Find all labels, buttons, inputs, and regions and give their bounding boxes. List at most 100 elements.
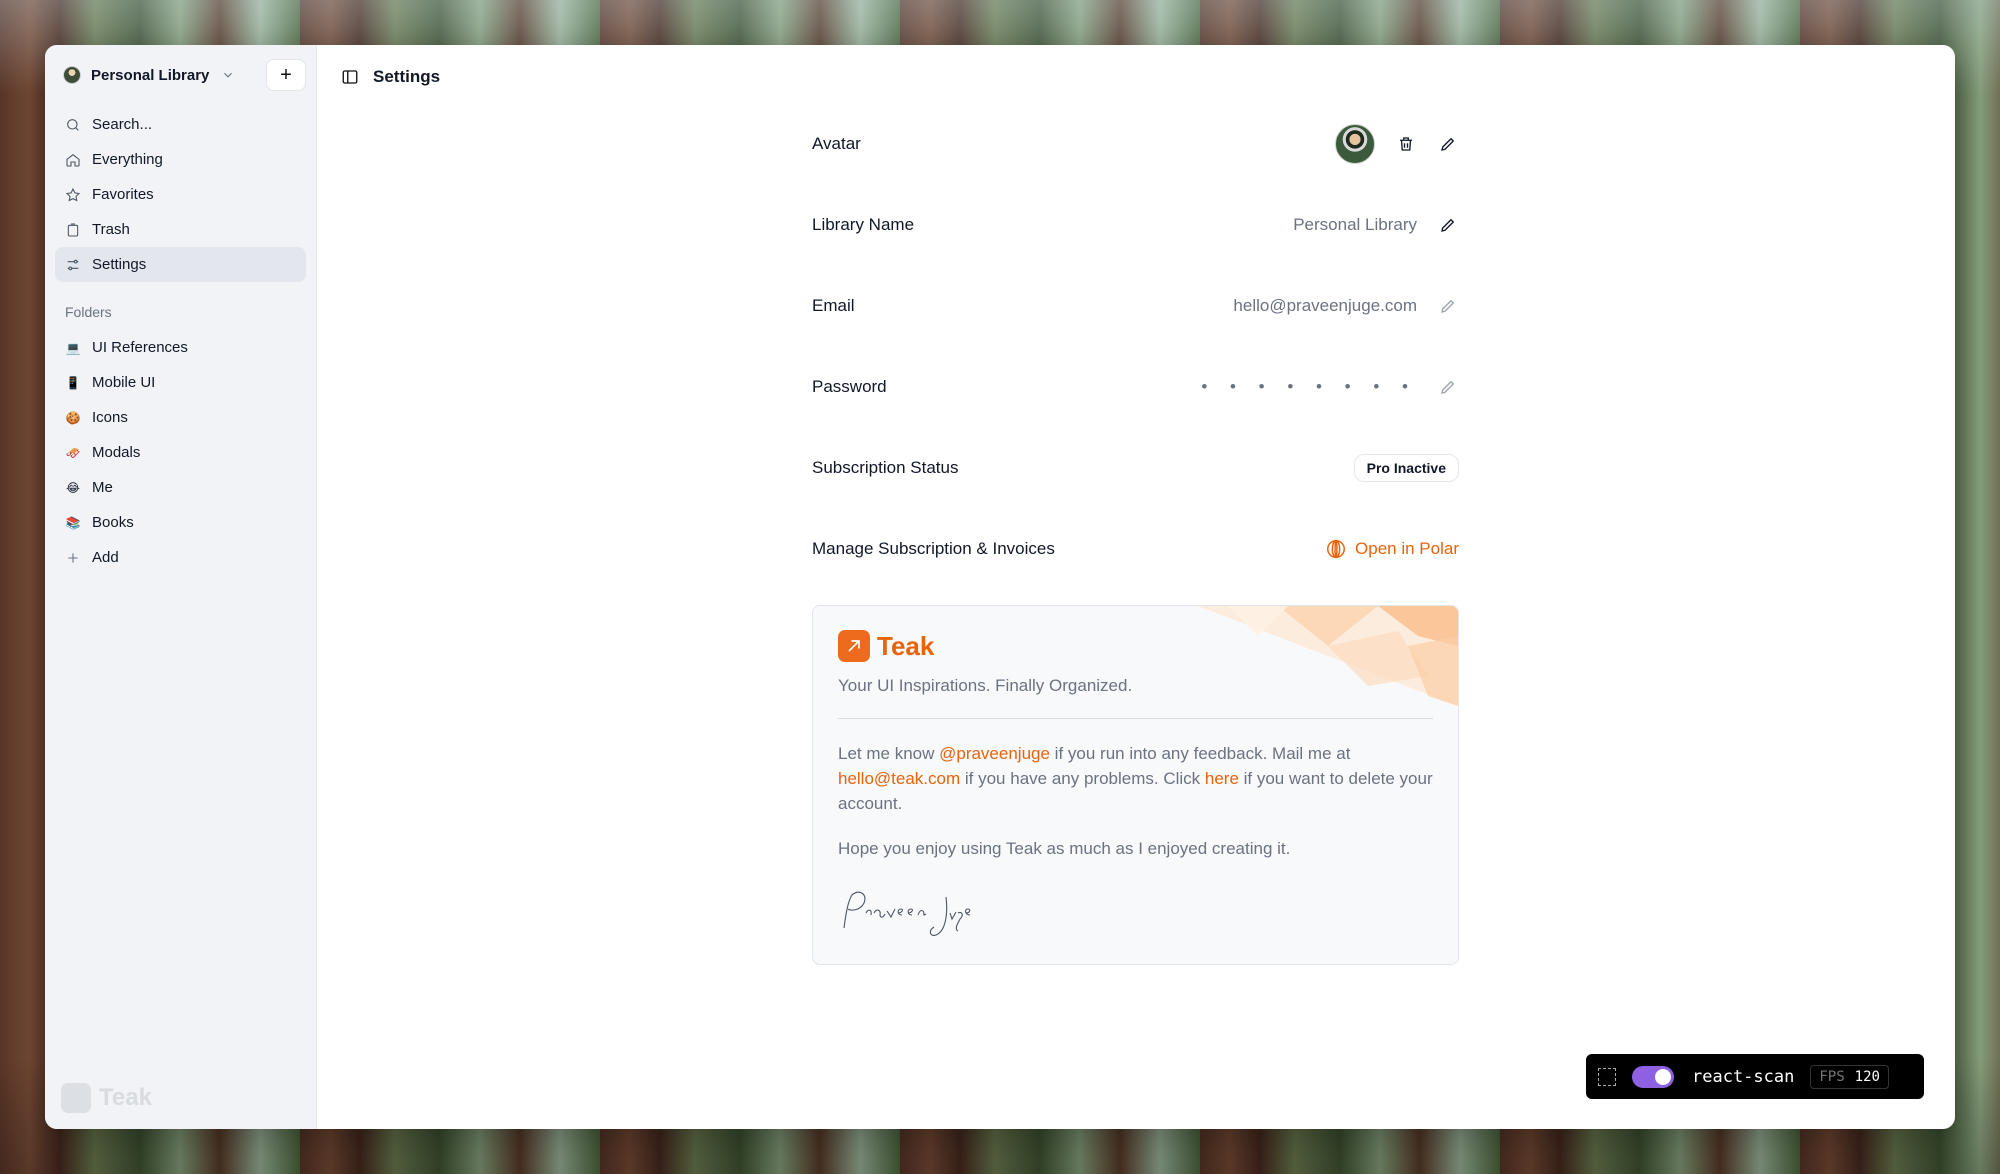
text-fragment: Let me know	[838, 744, 940, 763]
library-name-row: Library Name Personal Library	[812, 184, 1459, 265]
sidebar-item-label: Everything	[92, 151, 163, 168]
pencil-icon	[1441, 137, 1455, 151]
folder-list: 💻 UI References 📱 Mobile UI 🍪 Icons 🛷 Mo…	[55, 330, 306, 575]
delete-account-link[interactable]: here	[1205, 769, 1239, 788]
select-inspect-icon[interactable]	[1598, 1067, 1616, 1086]
laughing-face-icon: 😂	[65, 480, 81, 495]
signature	[838, 883, 1433, 943]
manage-subscription-label: Manage Subscription & Invoices	[812, 538, 1055, 558]
folder-item-ui-references[interactable]: 💻 UI References	[55, 330, 306, 365]
folder-label: Books	[92, 514, 134, 531]
edit-library-name-button[interactable]	[1437, 214, 1459, 236]
library-name: Personal Library	[91, 66, 210, 84]
sidebar-toggle-icon[interactable]	[341, 68, 359, 86]
status-badge: Pro Inactive	[1353, 453, 1459, 482]
password-row: Password • • • • • • • •	[812, 346, 1459, 427]
react-scan-label: react-scan	[1692, 1066, 1795, 1087]
sidebar-item-trash[interactable]: Trash	[55, 212, 306, 247]
avatar-label: Avatar	[812, 133, 861, 153]
twitter-handle-link[interactable]: @praveenjuge	[939, 744, 1050, 763]
card-feedback-text: Let me know @praveenjuge if you run into…	[838, 741, 1433, 816]
email-value: hello@praveenjuge.com	[1233, 295, 1417, 315]
folder-label: UI References	[92, 339, 188, 356]
folder-label: Icons	[92, 409, 128, 426]
delete-avatar-button[interactable]	[1395, 133, 1417, 155]
folder-label: Mobile UI	[92, 374, 156, 391]
cookie-icon: 🍪	[65, 410, 81, 425]
manage-subscription-row: Manage Subscription & Invoices Open in P…	[812, 508, 1459, 589]
sled-icon: 🛷	[65, 445, 81, 460]
email-label: Email	[812, 295, 855, 315]
password-value: • • • • • • • •	[1201, 376, 1417, 396]
email-row: Email hello@praveenjuge.com	[812, 265, 1459, 346]
settings-panel: Avatar Library Name Personal Library Ema…	[812, 103, 1459, 965]
support-email-link[interactable]: hello@teak.com	[838, 769, 960, 788]
sidebar-item-search[interactable]: Search...	[55, 107, 306, 142]
folder-item-me[interactable]: 😂 Me	[55, 470, 306, 505]
books-icon: 📚	[65, 515, 81, 530]
react-scan-toolbar: react-scan FPS 120	[1586, 1054, 1924, 1099]
sidebar: Personal Library + Search... Everything …	[45, 45, 317, 1129]
pencil-icon	[1441, 299, 1455, 313]
folder-item-icons[interactable]: 🍪 Icons	[55, 400, 306, 435]
fps-value: 120	[1854, 1068, 1880, 1085]
card-brand-text: Teak	[877, 630, 935, 661]
sidebar-item-label: Favorites	[92, 186, 154, 203]
library-avatar	[63, 66, 81, 84]
edit-email-button[interactable]	[1437, 295, 1459, 317]
folder-item-mobile-ui[interactable]: 📱 Mobile UI	[55, 365, 306, 400]
app-window: Personal Library + Search... Everything …	[45, 45, 1955, 1129]
folders-heading: Folders	[65, 304, 112, 320]
laptop-icon: 💻	[65, 340, 81, 355]
pencil-icon	[1441, 380, 1455, 394]
teak-logo-icon	[838, 630, 870, 662]
pencil-icon	[1441, 218, 1455, 232]
sidebar-logo: Teak	[61, 1083, 152, 1113]
sidebar-nav: Search... Everything Favorites Trash Set…	[55, 107, 306, 282]
signature-drawing	[843, 891, 971, 936]
open-in-polar-link[interactable]: Open in Polar	[1325, 538, 1459, 560]
search-icon	[67, 118, 79, 131]
folder-label: Modals	[92, 444, 141, 461]
about-card: Teak Your UI Inspirations. Finally Organ…	[812, 605, 1459, 965]
home-icon	[66, 153, 80, 167]
trash-icon	[67, 222, 79, 237]
chevron-down-icon	[224, 72, 233, 78]
sidebar-item-label: Search...	[92, 116, 153, 133]
settings-icon	[67, 259, 79, 270]
avatar	[1335, 123, 1375, 164]
folder-item-modals[interactable]: 🛷 Modals	[55, 435, 306, 470]
card-brand: Teak	[838, 630, 1433, 662]
library-name-label: Library Name	[812, 214, 915, 234]
react-scan-toggle[interactable]	[1632, 1065, 1674, 1088]
open-in-polar-label: Open in Polar	[1355, 538, 1459, 558]
sidebar-item-label: Settings	[92, 256, 147, 273]
edit-password-button[interactable]	[1437, 376, 1459, 398]
subscription-label: Subscription Status	[812, 457, 959, 477]
text-fragment: if you run into any feedback. Mail me at	[1049, 744, 1351, 763]
teak-logo-icon	[61, 1083, 91, 1113]
sidebar-item-settings[interactable]: Settings	[55, 247, 306, 282]
trash-icon	[1400, 136, 1412, 151]
add-folder-button[interactable]: Add	[55, 540, 306, 575]
folder-item-books[interactable]: 📚 Books	[55, 505, 306, 540]
card-divider	[838, 718, 1433, 719]
card-closing-text: Hope you enjoy using Teak as much as I e…	[838, 839, 1291, 858]
text-fragment: if you have any problems. Click	[960, 769, 1205, 788]
plus-icon	[68, 552, 78, 563]
main-content: Settings Avatar Library Name Personal Li…	[317, 45, 1955, 1129]
edit-avatar-button[interactable]	[1437, 133, 1459, 155]
sidebar-item-favorites[interactable]: Favorites	[55, 177, 306, 212]
fps-key: FPS	[1819, 1068, 1845, 1085]
add-item-button[interactable]: +	[266, 59, 306, 91]
library-name-value: Personal Library	[1293, 214, 1417, 234]
card-tagline: Your UI Inspirations. Finally Organized.	[838, 676, 1133, 695]
sidebar-item-everything[interactable]: Everything	[55, 142, 306, 177]
fps-meter: FPS 120	[1810, 1064, 1889, 1089]
sidebar-item-label: Trash	[92, 221, 130, 238]
password-label: Password	[812, 376, 887, 396]
page-title: Settings	[373, 67, 441, 86]
topbar: Settings	[317, 45, 1955, 109]
avatar-row: Avatar	[812, 103, 1459, 184]
add-folder-label: Add	[92, 549, 119, 566]
